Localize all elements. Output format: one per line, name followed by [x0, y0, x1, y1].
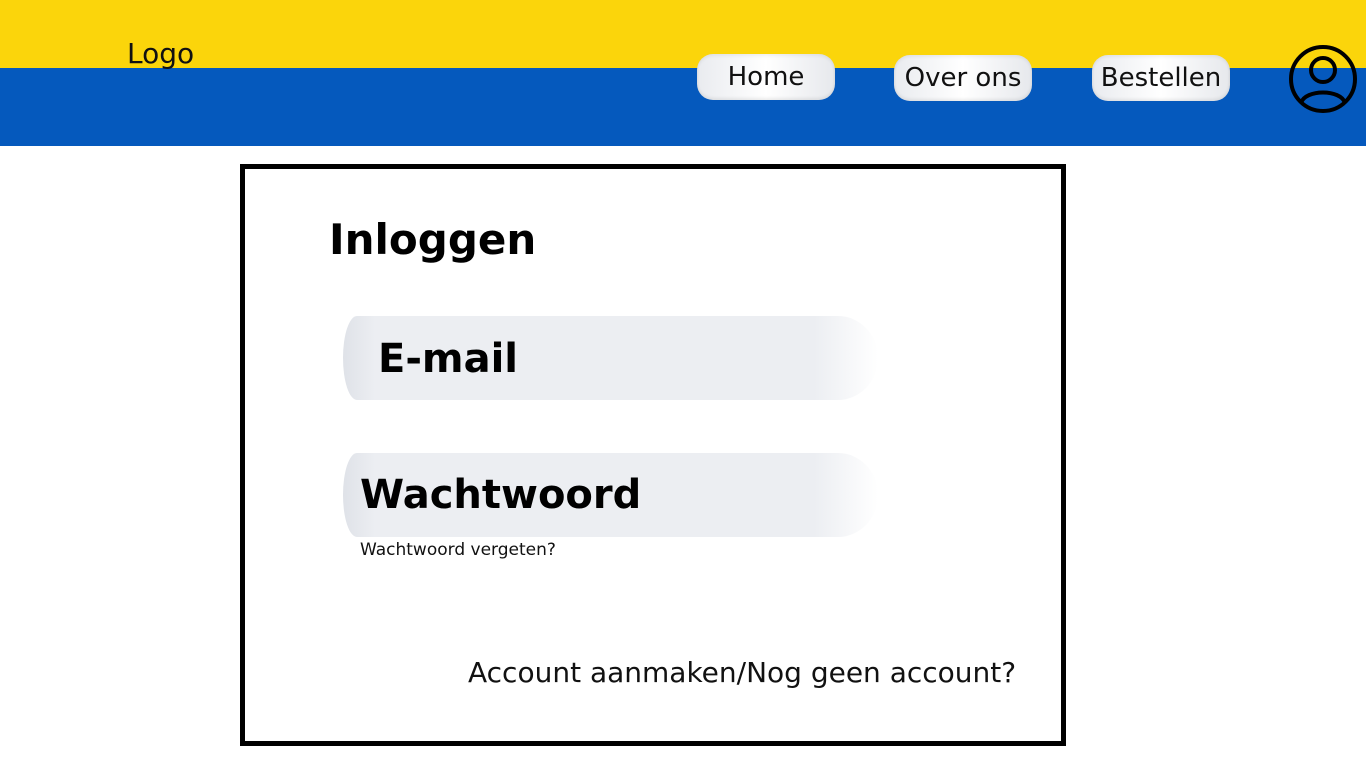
nav-home-button[interactable]: Home — [697, 54, 835, 100]
create-account-link[interactable]: Account aanmaken/Nog geen account? — [468, 655, 1016, 691]
email-field[interactable] — [343, 316, 878, 400]
logo[interactable]: Logo — [127, 36, 194, 72]
forgot-password-link[interactable]: Wachtwoord vergeten? — [360, 539, 556, 561]
nav-about-button[interactable]: Over ons — [894, 55, 1032, 101]
password-field[interactable] — [343, 453, 878, 537]
page: Logo Home Over ons Bestellen Inloggen E-… — [0, 0, 1366, 768]
nav-order-button[interactable]: Bestellen — [1092, 55, 1230, 101]
user-profile-icon[interactable] — [1287, 43, 1359, 115]
login-title: Inloggen — [329, 215, 537, 264]
